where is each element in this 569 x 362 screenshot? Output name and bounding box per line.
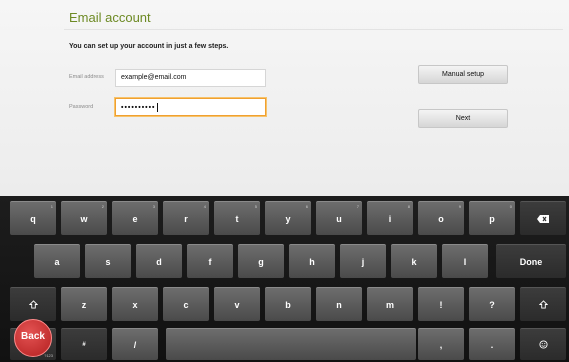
space-key[interactable] [166, 328, 416, 360]
period-key[interactable]: . [469, 328, 515, 360]
key-u[interactable]: u7 [316, 201, 362, 235]
onscreen-keyboard: q1 w2 e3 r4 t5 y6 u7 i8 o9 p0 a s d f g … [0, 196, 569, 362]
key-question[interactable]: ? [469, 287, 515, 321]
setup-instructions: You can set up your account in just a fe… [69, 43, 229, 50]
shift-arrow-icon [28, 300, 38, 309]
slash-key[interactable]: / [112, 328, 158, 360]
key-q[interactable]: q1 [10, 201, 56, 235]
key-h[interactable]: h [289, 244, 335, 278]
key-v[interactable]: v [214, 287, 260, 321]
key-b[interactable]: b [265, 287, 311, 321]
comma-key[interactable]: , [418, 328, 464, 360]
page-title: Email account [69, 10, 151, 25]
key-k[interactable]: k [391, 244, 437, 278]
key-m[interactable]: m [367, 287, 413, 321]
key-z[interactable]: z [61, 287, 107, 321]
email-address-field[interactable]: example@email.com [115, 69, 266, 87]
password-field[interactable]: •••••••••• [115, 98, 266, 116]
emoji-key[interactable] [520, 328, 566, 360]
done-key[interactable]: Done [496, 244, 566, 278]
password-value: •••••••••• [121, 104, 156, 112]
backspace-icon [537, 214, 549, 223]
key-r[interactable]: r4 [163, 201, 209, 235]
shift-key-right[interactable] [520, 287, 566, 321]
key-c[interactable]: c [163, 287, 209, 321]
key-w[interactable]: w2 [61, 201, 107, 235]
key-t[interactable]: t5 [214, 201, 260, 235]
back-button[interactable]: Back [14, 319, 52, 357]
email-address-label: Email address [69, 74, 104, 80]
key-g[interactable]: g [238, 244, 284, 278]
key-l[interactable]: l [442, 244, 488, 278]
symbols-key[interactable]: # [61, 328, 107, 360]
key-y[interactable]: y6 [265, 201, 311, 235]
key-f[interactable]: f [187, 244, 233, 278]
key-p[interactable]: p0 [469, 201, 515, 235]
key-d[interactable]: d [136, 244, 182, 278]
smiley-icon [538, 340, 548, 349]
key-s[interactable]: s [85, 244, 131, 278]
key-i[interactable]: i8 [367, 201, 413, 235]
key-o[interactable]: o9 [418, 201, 464, 235]
key-exclamation[interactable]: ! [418, 287, 464, 321]
key-a[interactable]: a [34, 244, 80, 278]
backspace-key[interactable] [520, 201, 566, 235]
email-address-value: example@email.com [121, 74, 187, 81]
next-button[interactable]: Next [418, 109, 508, 128]
key-x[interactable]: x [112, 287, 158, 321]
email-account-form: Email account You can set up your accoun… [0, 0, 569, 196]
password-label: Password [69, 104, 94, 110]
text-cursor [156, 103, 158, 112]
key-j[interactable]: j [340, 244, 386, 278]
manual-setup-button[interactable]: Manual setup [418, 65, 508, 84]
shift-arrow-icon [538, 300, 548, 309]
shift-key-left[interactable] [10, 287, 56, 321]
key-e[interactable]: e3 [112, 201, 158, 235]
title-divider [64, 29, 563, 30]
email-setup-screen: Email account You can set up your accoun… [0, 0, 569, 362]
key-n[interactable]: n [316, 287, 362, 321]
